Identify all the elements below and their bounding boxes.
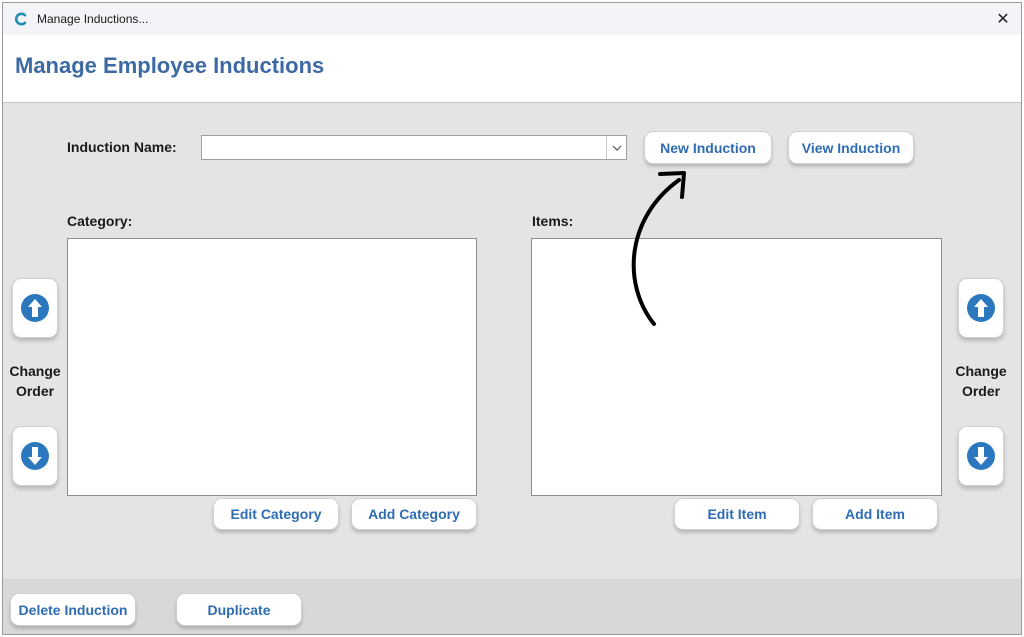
chevron-down-icon[interactable]: [606, 136, 626, 159]
duplicate-button[interactable]: Duplicate: [176, 593, 302, 626]
edit-category-button[interactable]: Edit Category: [213, 498, 339, 530]
arrow-up-icon: [967, 294, 995, 322]
page-header: Manage Employee Inductions: [3, 35, 1021, 103]
items-move-down-button[interactable]: [958, 426, 1004, 486]
arrow-down-icon: [21, 442, 49, 470]
change-order-line1: Change: [9, 363, 61, 379]
arrow-up-icon: [21, 294, 49, 322]
items-label: Items:: [532, 213, 574, 229]
title-bar: Manage Inductions... ✕: [3, 3, 1021, 35]
add-item-button[interactable]: Add Item: [812, 498, 938, 530]
category-change-order-label: Change Order: [3, 361, 67, 401]
induction-name-label: Induction Name:: [67, 139, 177, 155]
view-induction-button[interactable]: View Induction: [788, 131, 914, 164]
arrow-down-icon: [967, 442, 995, 470]
change-order-line2: Order: [15, 383, 55, 399]
new-induction-button[interactable]: New Induction: [644, 131, 772, 164]
category-label: Category:: [67, 213, 133, 229]
category-move-up-button[interactable]: [12, 278, 58, 338]
items-list[interactable]: [531, 238, 942, 496]
footer-bar: Delete Induction Duplicate: [3, 579, 1021, 634]
close-icon[interactable]: ✕: [991, 7, 1015, 31]
items-move-up-button[interactable]: [958, 278, 1004, 338]
manage-inductions-window: Manage Inductions... ✕ Manage Employee I…: [2, 2, 1022, 635]
change-order-line2: Order: [961, 383, 1001, 399]
edit-item-button[interactable]: Edit Item: [674, 498, 800, 530]
delete-induction-button[interactable]: Delete Induction: [10, 593, 136, 626]
change-order-line1: Change: [955, 363, 1007, 379]
window-title: Manage Inductions...: [37, 12, 149, 26]
add-category-button[interactable]: Add Category: [351, 498, 477, 530]
page-title: Manage Employee Inductions: [15, 53, 325, 78]
app-logo-icon: [14, 12, 28, 26]
category-list[interactable]: [67, 238, 477, 496]
category-move-down-button[interactable]: [12, 426, 58, 486]
items-change-order-label: Change Order: [949, 361, 1013, 401]
induction-name-dropdown[interactable]: [201, 135, 627, 160]
